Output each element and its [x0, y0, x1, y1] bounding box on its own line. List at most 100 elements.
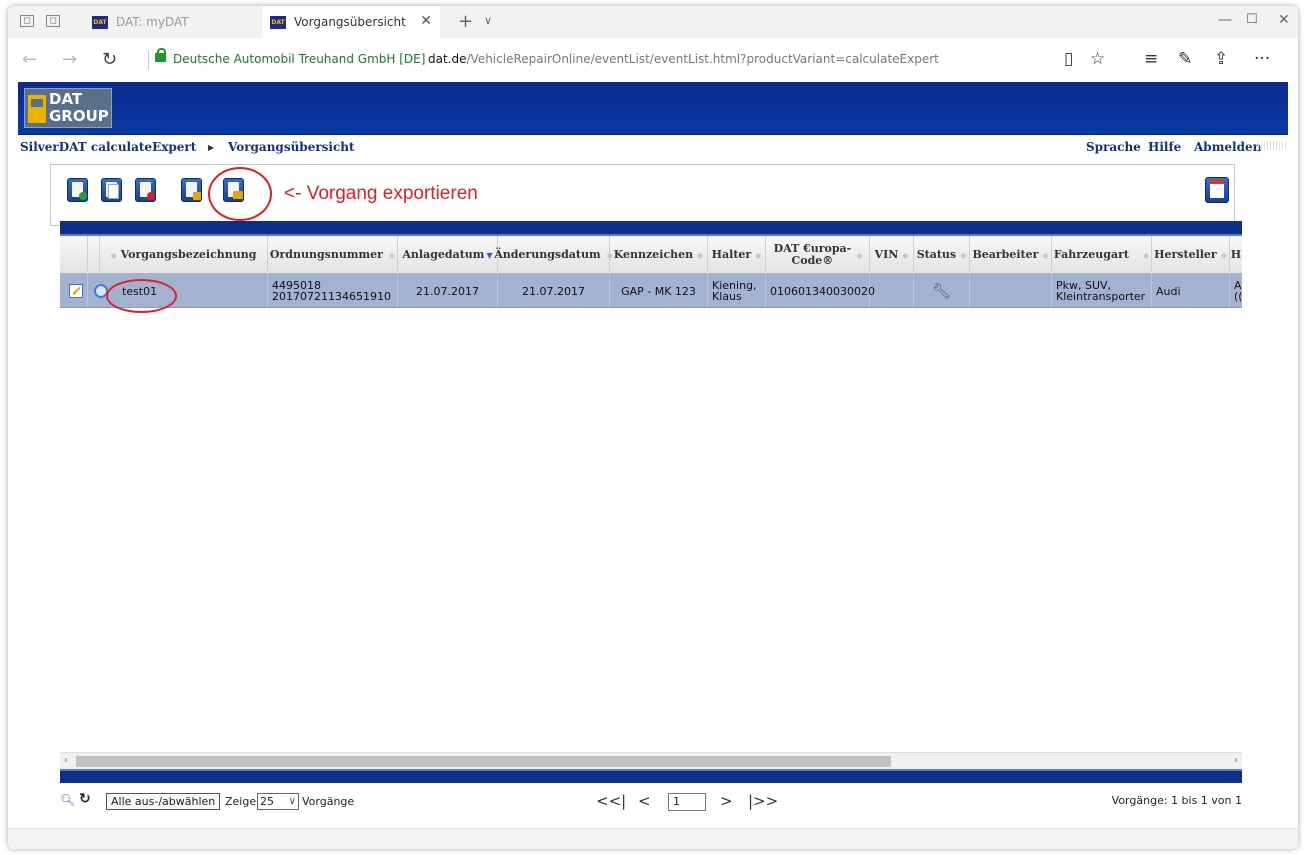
- help-link[interactable]: Hilfe: [1148, 140, 1181, 154]
- more-icon[interactable]: ···: [1254, 49, 1270, 69]
- address-bar: ← → ↻ Deutsche Automobil Treuhand GmbH […: [8, 38, 1298, 82]
- tab-label: Vorgangsübersicht: [294, 15, 406, 29]
- cell-plate: GAP - MK 123: [610, 274, 708, 308]
- column-header-vin[interactable]: VIN ◆: [870, 236, 914, 274]
- horizontal-scrollbar[interactable]: ‹ ›: [60, 752, 1242, 769]
- site-identity[interactable]: Deutsche Automobil Treuhand GmbH [DE]: [173, 52, 425, 66]
- column-header-status[interactable]: Status ◆: [914, 236, 970, 274]
- cell-edit[interactable]: [60, 274, 88, 308]
- refresh-icon[interactable]: ↻: [102, 49, 117, 70]
- logo-text: DAT GROUP: [49, 91, 109, 125]
- per-page-select[interactable]: 25 ∨: [257, 793, 299, 810]
- column-chooser-button[interactable]: [1205, 177, 1229, 203]
- url-field[interactable]: dat.de/VehicleRepairOnline/eventList/eve…: [428, 52, 939, 66]
- lock-icon[interactable]: [155, 48, 166, 62]
- column-header-europa-code[interactable]: DAT €uropa-Code® ◆: [766, 236, 870, 274]
- cell-europa-code: 010601340030020: [766, 274, 875, 308]
- reload-icon[interactable]: ↻: [79, 791, 91, 807]
- records-label: Vorgänge: [302, 795, 355, 808]
- logout-link[interactable]: Abmelden: [1194, 140, 1261, 154]
- chevron-down-icon: ∨: [288, 796, 296, 807]
- scrollbar-thumb[interactable]: [76, 756, 891, 767]
- tab-vorgangsuebersicht[interactable]: DAT Vorgangsübersicht ✕: [262, 6, 440, 38]
- table-footer: 🔍︎ ↻ Alle aus-/abwählen Zeige 25 ∨ Vorgän…: [60, 790, 1242, 814]
- scroll-right-icon[interactable]: ›: [1234, 755, 1238, 766]
- status-bar: [8, 828, 1298, 849]
- last-page-button[interactable]: |>>: [748, 792, 778, 810]
- scroll-left-icon[interactable]: ‹: [64, 755, 68, 766]
- column-header-manufacturer[interactable]: Hersteller ◆: [1152, 236, 1230, 274]
- order-number-line2: 20170721134651910: [272, 290, 391, 303]
- next-page-button[interactable]: >: [720, 792, 733, 810]
- vehicle-type-line2: Kleintransporter: [1056, 290, 1146, 303]
- tab-set-aside-icon[interactable]: ◻: [20, 15, 34, 27]
- hub-icon[interactable]: ≡: [1144, 49, 1158, 69]
- breadcrumb-product[interactable]: SilverDAT calculateExpert: [20, 140, 196, 154]
- column-label: Hersteller: [1154, 248, 1217, 261]
- search-icon[interactable]: 🔍︎: [60, 793, 75, 807]
- cell-editor: [970, 274, 1052, 308]
- table-header: ◆ Vorgangsbezeichnung Ordnungsnummer ◆ Anl…: [60, 236, 1242, 274]
- column-label: DAT €uropa-Code®: [773, 242, 852, 267]
- minimize-icon[interactable]: —: [1218, 12, 1232, 28]
- annotation-circle-export: [208, 167, 272, 221]
- first-page-button[interactable]: <<|: [596, 792, 626, 810]
- sort-icon: ◆: [1142, 250, 1150, 260]
- language-link[interactable]: Sprache: [1086, 140, 1141, 154]
- select-all-button[interactable]: Alle aus-/abwählen: [106, 793, 221, 810]
- column-header-vehicle-type[interactable]: Fahrzeugart ◆: [1052, 236, 1152, 274]
- sort-icon: ◆: [1042, 250, 1049, 260]
- wrench-icon: 🔧︎: [931, 281, 952, 300]
- sort-icon: ◆: [960, 250, 967, 260]
- table-row[interactable]: test01 4495018 20170721134651910 21.07.2…: [60, 274, 1242, 308]
- star-icon[interactable]: ☆: [1090, 49, 1105, 69]
- chevron-down-icon[interactable]: ∨: [484, 14, 492, 27]
- column-header-plate[interactable]: Kennzeichen ◆: [610, 236, 708, 274]
- column-header-editor[interactable]: Bearbeiter ◆: [970, 236, 1052, 274]
- tab-label: DAT: myDAT: [116, 15, 189, 29]
- browser-window: ◻ ◻ DAT DAT: myDAT DAT Vorgangsübersicht…: [8, 6, 1298, 849]
- maximize-icon[interactable]: ☐: [1246, 12, 1258, 27]
- breadcrumb-page[interactable]: Vorgangsübersicht: [228, 140, 355, 154]
- column-header-order-number[interactable]: Ordnungsnummer ◆: [268, 236, 398, 274]
- cell-owner: Kiening, Klaus: [708, 274, 766, 308]
- back-icon[interactable]: ←: [22, 49, 37, 70]
- column-header-owner[interactable]: Halter ◆: [708, 236, 766, 274]
- dat-logo-mark: [28, 95, 46, 123]
- share-icon[interactable]: ⇪: [1214, 49, 1228, 69]
- close-icon[interactable]: ✕: [420, 13, 432, 29]
- column-header-created[interactable]: Anlagedatum ▼: [398, 236, 498, 274]
- cell-truncated: A ((: [1230, 274, 1242, 308]
- copy-case-button[interactable]: [101, 178, 122, 202]
- tab-preview-icon[interactable]: ◻: [46, 15, 60, 27]
- prev-page-button[interactable]: <: [638, 792, 651, 810]
- import-arrow-icon: [193, 192, 201, 200]
- cell-vin: [870, 274, 914, 308]
- cell-order-number: 4495018 20170721134651910: [268, 274, 398, 308]
- window-close-icon[interactable]: ✕: [1278, 12, 1290, 28]
- dat-favicon: DAT: [270, 15, 286, 29]
- column-label: VIN: [874, 248, 899, 261]
- import-case-button[interactable]: [181, 178, 202, 202]
- column-header-truncated[interactable]: H: [1230, 236, 1242, 274]
- edit-icon[interactable]: [69, 284, 83, 298]
- reading-view-icon[interactable]: ▯: [1064, 49, 1073, 69]
- forward-icon[interactable]: →: [62, 49, 77, 70]
- delete-icon: [147, 192, 155, 200]
- tab-mydat[interactable]: DAT DAT: myDAT: [84, 6, 256, 38]
- new-case-button[interactable]: [67, 178, 88, 202]
- sort-icon: ◆: [388, 250, 396, 260]
- column-label: Halter: [711, 248, 752, 261]
- column-label: Änderungsdatum: [494, 248, 601, 261]
- delete-case-button[interactable]: [135, 178, 156, 202]
- pen-icon[interactable]: ✎: [1178, 49, 1192, 69]
- column-header-modified[interactable]: Änderungsdatum ◆: [494, 236, 613, 274]
- owner-line2: Klaus: [712, 290, 742, 303]
- new-tab-icon[interactable]: +: [458, 11, 473, 32]
- dat-group-logo[interactable]: DAT GROUP: [24, 88, 112, 128]
- page-number-input[interactable]: 1: [668, 793, 706, 811]
- column-header-name[interactable]: ◆ Vorgangsbezeichnung: [100, 236, 268, 274]
- cell-vehicle-type: Pkw, SUV, Kleintransporter: [1052, 274, 1152, 308]
- per-page-value: 25: [260, 795, 274, 808]
- sort-icon: ◆: [755, 250, 762, 260]
